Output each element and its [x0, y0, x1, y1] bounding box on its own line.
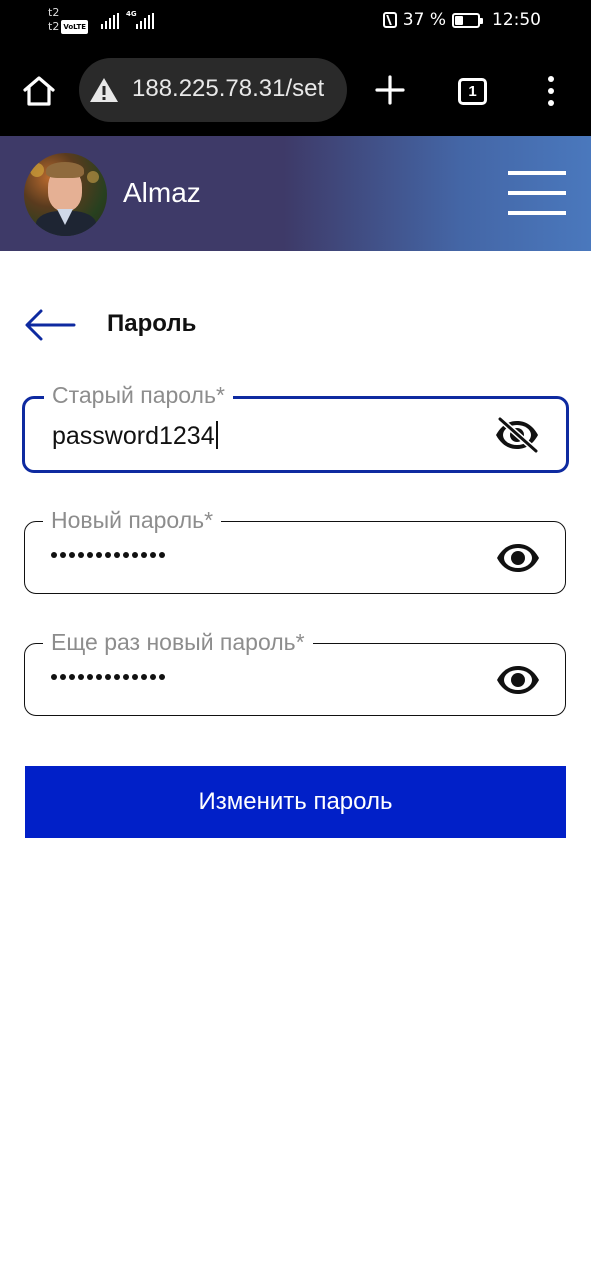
- url-text[interactable]: 188.225.78.31/set: [132, 75, 324, 103]
- signal-strength-icon-2: [136, 13, 154, 29]
- password-dot: [123, 674, 129, 680]
- home-icon[interactable]: [22, 74, 56, 108]
- old-password-label: Старый пароль*: [44, 381, 233, 409]
- new-password-label: Новый пароль*: [43, 506, 222, 534]
- old-password-input[interactable]: password1234: [52, 421, 218, 451]
- battery-percent: 37 %: [402, 10, 446, 30]
- password-dot: [105, 552, 111, 558]
- password-dot: [78, 552, 84, 558]
- password-dot: [60, 552, 66, 558]
- old-password-value: password1234: [52, 422, 215, 450]
- avatar[interactable]: [24, 153, 107, 236]
- eye-icon[interactable]: [495, 662, 541, 698]
- warning-icon[interactable]: [89, 77, 119, 103]
- more-vert-icon[interactable]: [544, 76, 558, 106]
- browser-toolbar: 188.225.78.31/set 1: [0, 44, 591, 136]
- repeat-password-input[interactable]: [51, 674, 165, 680]
- repeat-password-label: Еще раз новый пароль*: [43, 628, 313, 656]
- carrier-sim1: t2: [48, 6, 60, 19]
- arrow-left-icon[interactable]: [24, 306, 76, 344]
- user-name[interactable]: Almaz: [123, 177, 201, 209]
- password-dot: [60, 674, 66, 680]
- new-password-input[interactable]: [51, 552, 165, 558]
- password-dot: [141, 674, 147, 680]
- battery-icon: [452, 12, 483, 28]
- password-dot: [159, 674, 165, 680]
- password-dot: [132, 552, 138, 558]
- status-right: 37 % 12:50: [382, 10, 541, 30]
- volte-badge: VoLTE: [61, 20, 89, 34]
- password-dot: [150, 674, 156, 680]
- tabs-icon[interactable]: 1: [458, 78, 487, 105]
- password-dot: [69, 552, 75, 558]
- clock: 12:50: [492, 10, 541, 30]
- eye-off-icon[interactable]: [494, 417, 540, 453]
- carrier-sim2: t2 VoLTE: [48, 20, 89, 34]
- password-dot: [132, 674, 138, 680]
- password-dot: [69, 674, 75, 680]
- old-password-field[interactable]: Старый пароль* password1234: [22, 381, 569, 473]
- password-dot: [87, 552, 93, 558]
- password-dot: [105, 674, 111, 680]
- eye-icon[interactable]: [495, 540, 541, 576]
- password-dot: [114, 674, 120, 680]
- app-header: Almaz: [0, 136, 591, 251]
- password-dot: [87, 674, 93, 680]
- password-dot: [51, 674, 57, 680]
- password-dot: [114, 552, 120, 558]
- password-dot: [96, 674, 102, 680]
- password-dot: [96, 552, 102, 558]
- carrier-sim2-label: t2: [48, 20, 60, 33]
- password-dot: [78, 674, 84, 680]
- page-title: Пароль: [107, 310, 197, 337]
- text-caret: [215, 421, 218, 449]
- carrier-info: t2 t2 VoLTE: [48, 6, 89, 34]
- new-password-field[interactable]: Новый пароль*: [24, 506, 566, 594]
- plus-icon[interactable]: [374, 74, 406, 106]
- password-dot: [51, 552, 57, 558]
- password-dot: [141, 552, 147, 558]
- address-bar[interactable]: 188.225.78.31/set: [79, 58, 347, 122]
- password-dot: [150, 552, 156, 558]
- status-bar: t2 t2 VoLTE 4G 37 % 12:50: [0, 0, 591, 44]
- password-dot: [123, 552, 129, 558]
- repeat-password-field[interactable]: Еще раз новый пароль*: [24, 628, 566, 716]
- nfc-icon: [382, 12, 397, 28]
- hamburger-menu-icon[interactable]: [508, 171, 566, 217]
- change-password-button[interactable]: Изменить пароль: [25, 766, 566, 838]
- signal-strength-icon: [101, 13, 119, 29]
- password-dot: [159, 552, 165, 558]
